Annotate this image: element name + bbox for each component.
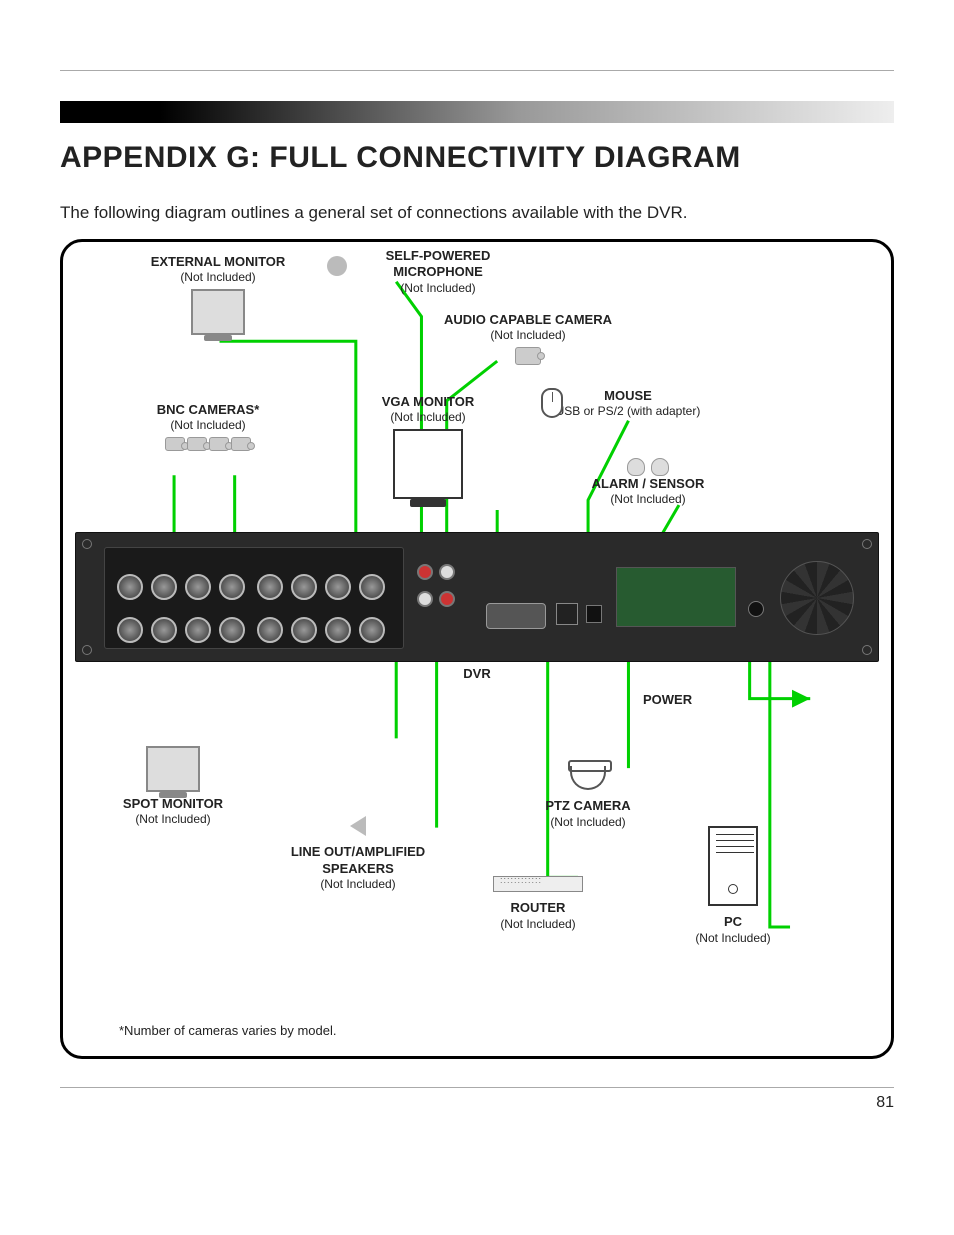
dvr-unit [75,532,879,662]
power-jack [748,601,764,617]
ptz-camera-node: PTZ CAMERA (Not Included) [513,762,663,830]
mouse-title: MOUSE [543,388,713,404]
monitor-icon [146,746,200,792]
microphone-title: SELF-POWERED MICROPHONE [353,248,523,281]
screw-icon [82,539,92,549]
microphone-icon [327,256,347,276]
screw-icon [862,645,872,655]
speakers-title: LINE OUT/AMPLIFIED SPEAKERS [263,844,453,877]
lan-port [556,603,578,625]
bnc-panel [104,547,404,649]
terminal-block [616,567,736,627]
bnc-cameras-title: BNC CAMERAS* [123,402,293,418]
alarm-node: ALARM / SENSOR (Not Included) [563,458,733,507]
alarm-icon [563,458,733,476]
page-number: 81 [876,1094,894,1111]
audio-camera-sub: (Not Included) [443,328,613,343]
pc-icon [708,826,758,906]
router-node: ROUTER (Not Included) [463,872,613,932]
audio-ports [414,561,474,645]
alarm-title: ALARM / SENSOR [563,476,733,492]
bottom-rule: 81 [60,1087,894,1112]
audio-camera-title: AUDIO CAPABLE CAMERA [443,312,613,328]
usb-port [586,605,602,623]
microphone-sub: (Not Included) [353,281,523,296]
spot-monitor-sub: (Not Included) [103,812,243,827]
router-title: ROUTER [463,900,613,916]
screw-icon [82,645,92,655]
spot-monitor-title: SPOT MONITOR [103,796,243,812]
dvr-label: DVR [463,666,490,681]
vga-monitor-icon [393,429,463,499]
audio-camera-node: AUDIO CAPABLE CAMERA (Not Included) [443,312,613,369]
pc-title: PC [673,914,793,930]
monitor-icon [191,289,245,335]
screw-icon [862,539,872,549]
speaker-icon [350,816,366,836]
ptz-sub: (Not Included) [513,815,663,830]
speakers-node: LINE OUT/AMPLIFIED SPEAKERS (Not Include… [263,812,453,892]
mouse-node: MOUSE USB or PS/2 (with adapter) [543,388,713,419]
microphone-node: SELF-POWERED MICROPHONE (Not Included) [353,248,523,296]
fan-icon [780,561,854,635]
alarm-sub: (Not Included) [563,492,733,507]
external-monitor-node: EXTERNAL MONITOR (Not Included) [143,254,293,339]
power-title: POWER [643,692,763,708]
external-monitor-title: EXTERNAL MONITOR [143,254,293,270]
vga-monitor-node: VGA MONITOR (Not Included) [363,394,493,503]
ptz-title: PTZ CAMERA [513,798,663,814]
page-title: APPENDIX G: FULL CONNECTIVITY DIAGRAM [60,141,894,175]
intro-text: The following diagram outlines a general… [60,203,894,223]
diagram-frame: EXTERNAL MONITOR (Not Included) SELF-POW… [60,239,894,1059]
header-gradient-bar [60,101,894,123]
external-monitor-sub: (Not Included) [143,270,293,285]
spot-monitor-node: SPOT MONITOR (Not Included) [103,742,243,827]
mouse-icon [541,388,563,418]
footnote: *Number of cameras varies by model. [119,1023,336,1038]
camera-icon [515,347,541,365]
mouse-sub: USB or PS/2 (with adapter) [543,404,713,419]
power-label: POWER [643,692,763,708]
router-sub: (Not Included) [463,917,613,932]
dome-camera-icon [570,766,606,790]
pc-node: PC (Not Included) [673,822,793,946]
vga-monitor-sub: (Not Included) [363,410,493,425]
speakers-sub: (Not Included) [263,877,453,892]
top-rule [60,70,894,71]
bnc-cameras-sub: (Not Included) [123,418,293,433]
bnc-cameras-node: BNC CAMERAS* (Not Included) [123,402,293,455]
pc-sub: (Not Included) [673,931,793,946]
vga-port [486,603,546,629]
router-icon [493,876,583,892]
cameras-icon [123,437,293,451]
vga-monitor-title: VGA MONITOR [363,394,493,410]
